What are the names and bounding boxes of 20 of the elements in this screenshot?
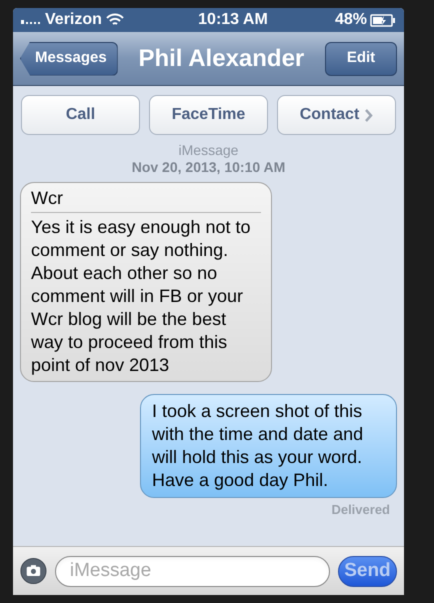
back-button[interactable]: Messages (20, 42, 118, 76)
wifi-icon (106, 13, 124, 27)
camera-icon[interactable] (20, 555, 47, 587)
delivered-label: Delivered (330, 501, 391, 519)
sent-bubble: I took a screen shot of this with the time and date and will hold this as your word. Have a good day Phil. (140, 394, 397, 498)
service-label: iMessage (178, 142, 240, 158)
edit-button[interactable]: Edit (325, 42, 397, 76)
message-input[interactable]: iMessage (54, 556, 330, 586)
timestamp: Nov 20, 2013, 10:10 AM (130, 158, 286, 176)
action-button[interactable]: Contact (277, 95, 396, 135)
action-button[interactable]: Call (21, 95, 140, 135)
contact-title: Phil Alexander (137, 44, 306, 74)
battery-percent: 48% (334, 10, 367, 30)
action-button[interactable]: FaceTime (149, 95, 268, 135)
subject-line: Wcr (31, 187, 64, 210)
carrier-name: Verizon (45, 10, 102, 30)
battery-icon (370, 14, 396, 26)
chevron-icon (365, 108, 374, 122)
message-text: Yes it is easy enough not to comment or say nothing. About each other so no comment will in FB or your Wcr blog will be the best way to proceed from this point of nov 2013 (31, 216, 252, 377)
clock-time: 10:13 AM (197, 10, 269, 30)
